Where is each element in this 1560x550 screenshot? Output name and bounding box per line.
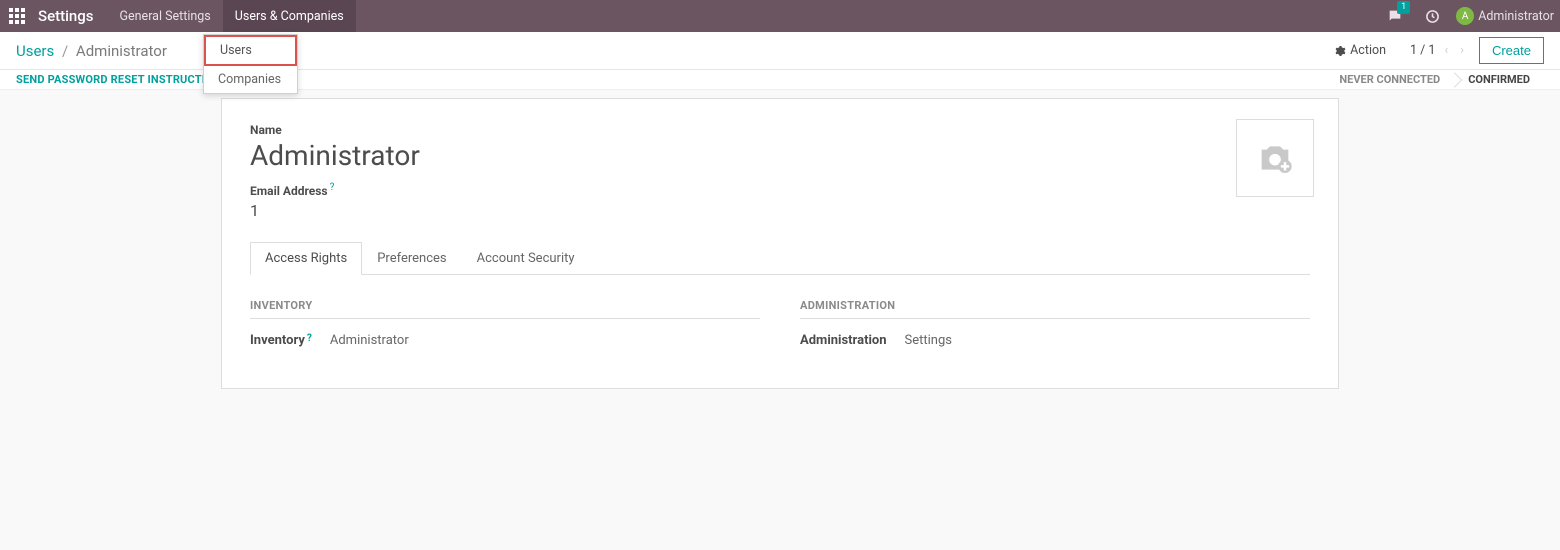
brand-title[interactable]: Settings: [36, 7, 108, 25]
name-label: Name: [250, 123, 1310, 137]
administration-row: Administration Settings: [800, 333, 1310, 348]
pager-prev-icon[interactable]: ‹: [1441, 43, 1451, 58]
pager-next-icon[interactable]: ›: [1457, 43, 1467, 58]
breadcrumb-separator: /: [62, 42, 68, 60]
dropdown-item-companies[interactable]: Companies: [204, 66, 297, 93]
help-icon[interactable]: ?: [307, 333, 312, 344]
create-button[interactable]: Create: [1479, 37, 1544, 64]
help-icon[interactable]: ?: [330, 182, 335, 193]
camera-plus-icon: [1253, 138, 1297, 178]
form-tabs: Access Rights Preferences Account Securi…: [250, 242, 1310, 275]
inventory-row: Inventory? Administrator: [250, 333, 760, 348]
status-bar-right: NEVER CONNECTED CONFIRMED: [1325, 70, 1544, 89]
col-inventory: INVENTORY Inventory? Administrator: [250, 299, 760, 348]
inventory-header: INVENTORY: [250, 299, 760, 319]
nav-users-companies[interactable]: Users & Companies: [223, 0, 356, 32]
col-administration: ADMINISTRATION Administration Settings: [800, 299, 1310, 348]
user-menu[interactable]: A Administrator: [1456, 7, 1560, 25]
action-button-label: Action: [1350, 43, 1386, 58]
users-companies-dropdown: Users Companies: [203, 34, 298, 94]
inventory-value: Administrator: [330, 333, 409, 348]
tab-preferences[interactable]: Preferences: [362, 242, 461, 274]
apps-icon[interactable]: [8, 7, 26, 25]
gear-icon: [1334, 45, 1346, 57]
inventory-label: Inventory?: [250, 333, 312, 348]
administration-label: Administration: [800, 333, 887, 348]
administration-header: ADMINISTRATION: [800, 299, 1310, 319]
email-label: Email Address: [250, 184, 328, 198]
administration-value: Settings: [905, 333, 952, 348]
image-upload[interactable]: [1236, 119, 1314, 197]
avatar: A: [1456, 7, 1474, 25]
action-button[interactable]: Action: [1334, 43, 1386, 58]
breadcrumb-current: Administrator: [76, 42, 167, 60]
form-sheet: Name Administrator Email Address? 1 Acce…: [221, 98, 1339, 389]
status-confirmed[interactable]: CONFIRMED: [1454, 70, 1544, 89]
name-value: Administrator: [250, 139, 1310, 172]
nav-general-settings[interactable]: General Settings: [108, 0, 223, 32]
pager: 1 / 1 ‹ ›: [1410, 43, 1467, 58]
send-password-reset-link[interactable]: SEND PASSWORD RESET INSTRUCTIONS: [16, 73, 228, 86]
status-never-connected[interactable]: NEVER CONNECTED: [1325, 70, 1454, 89]
messaging-badge: 1: [1397, 1, 1410, 14]
form-grid: INVENTORY Inventory? Administrator ADMIN…: [250, 299, 1310, 348]
top-navbar-left: Settings General Settings Users & Compan…: [0, 0, 1381, 32]
top-navbar-right: 1 A Administrator: [1381, 7, 1560, 25]
tab-access-rights[interactable]: Access Rights: [250, 242, 362, 275]
breadcrumb-root[interactable]: Users: [16, 42, 54, 60]
pager-text: 1 / 1: [1410, 43, 1435, 58]
messaging-icon[interactable]: 1: [1381, 8, 1409, 24]
dropdown-item-users[interactable]: Users: [204, 35, 297, 66]
email-value: 1: [250, 201, 1310, 220]
tab-account-security[interactable]: Account Security: [462, 242, 590, 274]
username-label: Administrator: [1478, 9, 1560, 24]
top-navbar: Settings General Settings Users & Compan…: [0, 0, 1560, 32]
activity-icon[interactable]: [1417, 9, 1448, 24]
